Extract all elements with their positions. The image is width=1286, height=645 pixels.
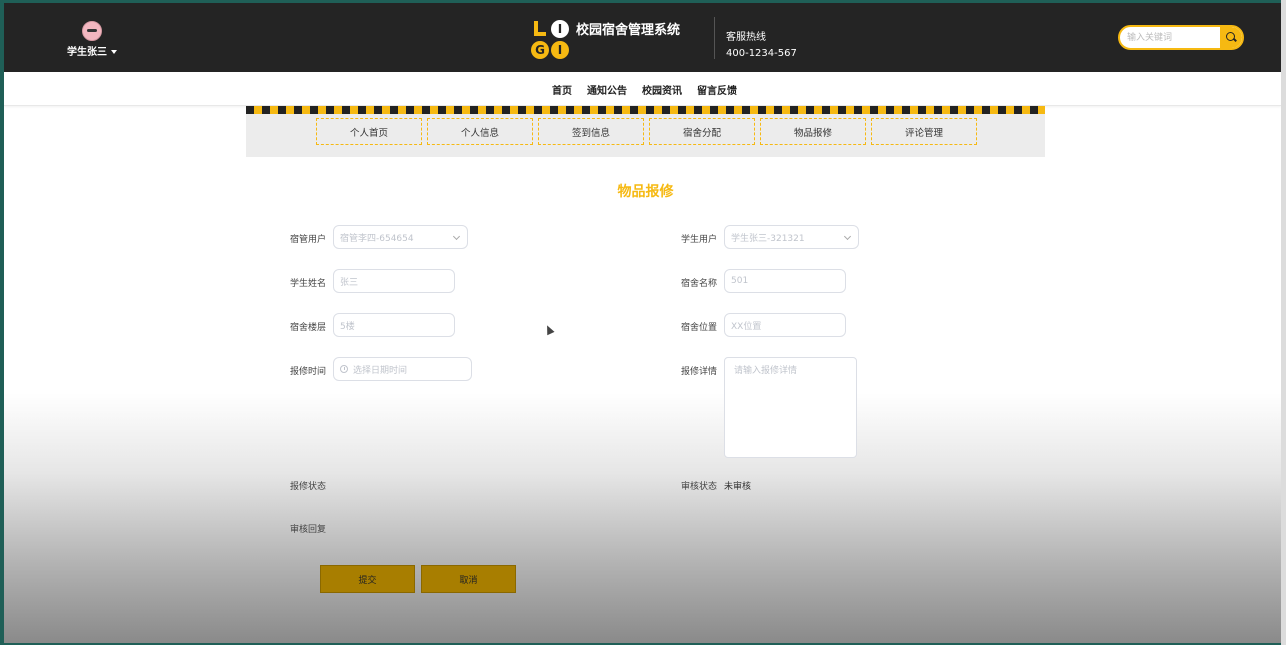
tab-checkin-info[interactable]: 签到信息 bbox=[538, 118, 644, 145]
header-divider bbox=[714, 17, 715, 59]
audit-reply-label: 审核回复 bbox=[290, 525, 327, 535]
repair-status-label: 报修状态 bbox=[290, 482, 327, 492]
student-user-select[interactable]: 学生张三-321321 bbox=[724, 225, 859, 249]
student-user-label: 学生用户 bbox=[681, 235, 718, 245]
top-header: 学生张三 I G I 校园宿舍管理系统 客服热线 400-1234-567 bbox=[4, 3, 1281, 72]
dorm-manager-value: 宿管李四-654654 bbox=[340, 233, 414, 244]
tab-personal-info[interactable]: 个人信息 bbox=[427, 118, 533, 145]
chevron-down-icon bbox=[843, 232, 852, 241]
dorm-name-label: 宿舍名称 bbox=[681, 279, 718, 289]
tab-personal-home[interactable]: 个人首页 bbox=[316, 118, 422, 145]
nav-notices[interactable]: 通知公告 bbox=[587, 82, 627, 97]
audit-status-label: 审核状态 bbox=[681, 482, 718, 492]
site-logo: I G I bbox=[531, 20, 571, 60]
hotline-number: 400-1234-567 bbox=[726, 48, 797, 59]
hotline-label: 客服热线 bbox=[726, 32, 766, 43]
tab-item-repair[interactable]: 物品报修 bbox=[760, 118, 866, 145]
repair-time-placeholder: 选择日期时间 bbox=[353, 365, 408, 376]
sub-nav: 个人首页 个人信息 签到信息 宿舍分配 物品报修 评论管理 bbox=[246, 114, 1045, 157]
window-scrollbar[interactable] bbox=[1281, 0, 1286, 645]
checker-strip bbox=[246, 106, 1045, 114]
cancel-button[interactable]: 取消 bbox=[421, 565, 516, 593]
caret-down-icon bbox=[111, 50, 117, 54]
dorm-name-value: 501 bbox=[731, 276, 749, 286]
search-input[interactable] bbox=[1120, 27, 1220, 48]
student-user-value: 学生张三-321321 bbox=[731, 233, 805, 244]
search-icon[interactable] bbox=[1220, 27, 1242, 48]
avatar bbox=[82, 21, 102, 41]
submit-button[interactable]: 提交 bbox=[320, 565, 415, 593]
logo-letter-l bbox=[531, 20, 549, 38]
tab-comment-manage[interactable]: 评论管理 bbox=[871, 118, 977, 145]
dorm-manager-label: 宿管用户 bbox=[290, 235, 327, 245]
student-name-value: 张三 bbox=[340, 277, 359, 288]
dorm-location-label: 宿舍位置 bbox=[681, 323, 718, 333]
hotline: 客服热线 400-1234-567 bbox=[726, 30, 797, 62]
repair-detail-placeholder: 请输入报修详情 bbox=[734, 366, 798, 376]
site-title: 校园宿舍管理系统 bbox=[576, 23, 681, 38]
user-menu[interactable]: 学生张三 bbox=[62, 21, 122, 58]
student-name-label: 学生姓名 bbox=[290, 279, 327, 289]
repair-detail-textarea[interactable]: 请输入报修详情 bbox=[724, 357, 857, 458]
repair-time-label: 报修时间 bbox=[290, 367, 327, 377]
dorm-floor-value: 5楼 bbox=[340, 321, 355, 332]
dorm-floor-label: 宿舍楼层 bbox=[290, 323, 327, 333]
dorm-manager-select[interactable]: 宿管李四-654654 bbox=[333, 225, 468, 249]
user-name: 学生张三 bbox=[67, 47, 107, 58]
repair-time-picker[interactable]: 选择日期时间 bbox=[333, 357, 472, 381]
main-nav: 首页 通知公告 校园资讯 留言反馈 bbox=[4, 72, 1281, 106]
audit-status-value: 未审核 bbox=[724, 482, 752, 492]
clock-icon bbox=[340, 365, 348, 373]
logo-letter-g: G bbox=[531, 41, 549, 59]
nav-news[interactable]: 校园资讯 bbox=[642, 82, 682, 97]
app-frame: 学生张三 I G I 校园宿舍管理系统 客服热线 400-1234-567 首页… bbox=[4, 3, 1281, 643]
page-title: 物品报修 bbox=[617, 184, 674, 200]
dorm-location-value: XX位置 bbox=[731, 321, 762, 332]
dorm-floor-field[interactable]: 5楼 bbox=[333, 313, 455, 337]
nav-home[interactable]: 首页 bbox=[552, 82, 572, 97]
dorm-name-field[interactable]: 501 bbox=[724, 269, 846, 293]
search-box bbox=[1118, 25, 1244, 50]
logo-letter-i: I bbox=[551, 20, 569, 38]
nav-feedback[interactable]: 留言反馈 bbox=[697, 82, 737, 97]
tab-dorm-assign[interactable]: 宿舍分配 bbox=[649, 118, 755, 145]
student-name-field[interactable]: 张三 bbox=[333, 269, 455, 293]
dorm-location-field[interactable]: XX位置 bbox=[724, 313, 846, 337]
mouse-cursor bbox=[543, 323, 555, 336]
logo-letter-o: I bbox=[551, 41, 569, 59]
chevron-down-icon bbox=[452, 232, 461, 241]
repair-detail-label: 报修详情 bbox=[681, 367, 718, 377]
